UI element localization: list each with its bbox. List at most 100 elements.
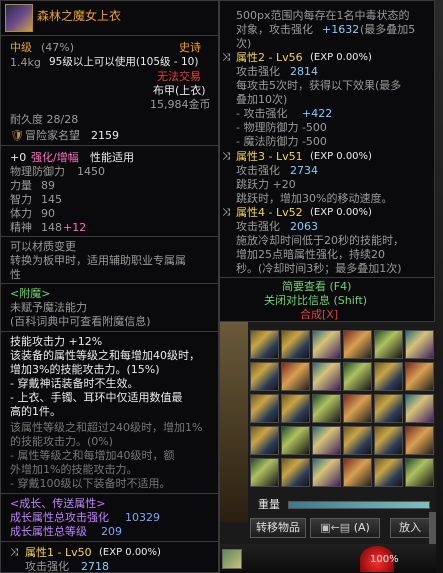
inventory-slot[interactable] bbox=[281, 426, 310, 455]
inventory-panel: 重量 转移物品 ▣←▤ (A) 放入 100% bbox=[219, 322, 436, 573]
adventure-label: 冒险家名望 bbox=[25, 129, 80, 142]
top-atk-value: +1632 bbox=[322, 23, 360, 36]
item-tooltip-left: 森林之魔女上衣 中级 (47%) 史诗 1.4kg 95级以上可以使用(105级… bbox=[0, 0, 219, 573]
growth-attack-value: 10329 bbox=[125, 511, 160, 524]
dim-line: 外增加1%的技能攻击力。 bbox=[10, 463, 138, 476]
enchant-header: <附魔> bbox=[10, 287, 51, 300]
inventory-slot[interactable] bbox=[312, 394, 341, 423]
item-rarity: 史诗 bbox=[179, 41, 201, 54]
item-type: 布甲(上衣) bbox=[153, 84, 206, 97]
inventory-slot[interactable] bbox=[405, 458, 434, 487]
dim-line: 的技能攻击力。(0%) bbox=[10, 435, 114, 448]
shuffle-icon: ⤨ bbox=[222, 52, 230, 63]
attr4-desc: 秒。(冷却时间3秒；最多叠加1次) bbox=[236, 262, 402, 275]
top-max: (最多叠加5 bbox=[360, 23, 416, 36]
inventory-slot[interactable] bbox=[374, 330, 403, 359]
item-preview-icon bbox=[222, 549, 242, 569]
inventory-slot[interactable] bbox=[312, 362, 341, 391]
inventory-slot[interactable] bbox=[312, 458, 341, 487]
shuffle-icon: ⤨ bbox=[222, 207, 230, 218]
growth-level-value: 209 bbox=[101, 525, 122, 538]
stat-value: 145 bbox=[41, 193, 62, 206]
inventory-slot[interactable] bbox=[250, 394, 279, 423]
stat-value: 90 bbox=[41, 207, 55, 220]
transfer-title: 可以材质变更 bbox=[10, 240, 76, 253]
sort-shortcut: (A) bbox=[353, 521, 370, 534]
inventory-slot[interactable] bbox=[405, 330, 434, 359]
bottom-bar: 100% bbox=[220, 544, 436, 573]
inventory-slot[interactable] bbox=[281, 458, 310, 487]
inventory-slot[interactable] bbox=[281, 362, 310, 391]
growth-header: <成长、传送属性> bbox=[10, 497, 106, 510]
growth-level-label: 成长属性总等级 bbox=[10, 525, 87, 538]
shuffle-icon: ⤨ bbox=[10, 547, 18, 558]
attr2-effect: - 魔法防御力 -500 bbox=[236, 135, 327, 148]
inventory-slot[interactable] bbox=[312, 330, 341, 359]
item-level-pct: (47%) bbox=[41, 41, 75, 54]
sort-button[interactable]: ▣←▤ (A) bbox=[310, 518, 380, 538]
inventory-slot[interactable] bbox=[312, 426, 341, 455]
stat-label: 智力 bbox=[10, 193, 32, 206]
inventory-slot[interactable] bbox=[374, 362, 403, 391]
inventory-slot[interactable] bbox=[343, 330, 372, 359]
dim-line: - 属性等级之和每增加40级时，额 bbox=[10, 449, 175, 462]
set-line: 高的1件。 bbox=[10, 405, 61, 418]
orb-percent: 100% bbox=[370, 554, 399, 565]
attr2-effect: - 攻击强化 bbox=[236, 107, 288, 120]
attr3-exp: (EXP 0.00%) bbox=[310, 151, 372, 162]
inventory-slot[interactable] bbox=[343, 426, 372, 455]
skill-line: 该装备的属性等级之和每增加40级时， bbox=[10, 349, 200, 362]
stat-label: 力量 bbox=[10, 179, 32, 192]
close-compare-link[interactable]: 关闭对比信息 (Shift) bbox=[264, 294, 367, 307]
item-durability: 耐久度 28/28 bbox=[10, 113, 79, 126]
attr2-label: 属性2 - Lv56 bbox=[236, 51, 303, 64]
inventory-slot[interactable] bbox=[250, 458, 279, 487]
attr1-label: 属性1 - Lv50 bbox=[25, 546, 92, 559]
inventory-side-strip bbox=[220, 322, 248, 522]
weight-bar bbox=[288, 501, 430, 509]
inventory-slot[interactable] bbox=[343, 458, 372, 487]
stat-label: 体力 bbox=[10, 207, 32, 220]
enchant-none: 未赋予魔法能力 bbox=[10, 301, 87, 314]
inventory-slot[interactable] bbox=[405, 362, 434, 391]
attr1-atk-value: 2718 bbox=[81, 560, 109, 573]
sort-icon: ▣←▤ bbox=[320, 521, 351, 534]
window-edge bbox=[435, 0, 443, 573]
transfer-items-button[interactable]: 转移物品 bbox=[250, 518, 306, 538]
enhance-label: 强化/增幅 bbox=[31, 151, 79, 164]
set-line: - 上衣、手镯、耳环中仅适用数值最 bbox=[10, 391, 183, 404]
brief-view-link[interactable]: 简要查看 (F4) bbox=[282, 280, 351, 293]
transfer-desc: 性 bbox=[10, 268, 21, 281]
attr2-atk-value: 2814 bbox=[290, 65, 318, 78]
item-icon bbox=[5, 4, 33, 32]
inventory-slot[interactable] bbox=[343, 362, 372, 391]
inventory-slot[interactable] bbox=[250, 426, 279, 455]
enchant-hint: (百科词典中可查看附魔信息) bbox=[10, 315, 151, 328]
transfer-desc: 转换为板甲时，适用辅助职业专属属 bbox=[10, 254, 186, 267]
dim-line: 该属性等级之和超过240级时，增加1% bbox=[10, 421, 203, 434]
put-in-button[interactable]: 放入 bbox=[390, 518, 430, 538]
attr2-effect-value: +422 bbox=[302, 107, 333, 120]
item-tooltip-right: 500px范围内每存在1名中毒状态的 对象，攻击强化 +1632 (最多叠加5 … bbox=[219, 0, 435, 322]
skill-line: - 穿戴神话装备时不生效。 bbox=[10, 377, 139, 390]
inventory-slot[interactable] bbox=[250, 362, 279, 391]
inventory-slot[interactable] bbox=[374, 458, 403, 487]
inventory-slot[interactable] bbox=[343, 394, 372, 423]
inventory-slot[interactable] bbox=[281, 394, 310, 423]
attr3-desc: 跳跃力 +20 bbox=[236, 178, 296, 191]
adventure-icon: 🛡 bbox=[10, 129, 24, 142]
inventory-slot[interactable] bbox=[374, 426, 403, 455]
inventory-slot[interactable] bbox=[405, 394, 434, 423]
inventory-slot[interactable] bbox=[374, 394, 403, 423]
inventory-slot[interactable] bbox=[250, 330, 279, 359]
skill-line: 增加3%的技能攻击力。(15%) bbox=[10, 363, 160, 376]
attr2-atk-label: 攻击强化 bbox=[236, 65, 280, 78]
stat-value: 89 bbox=[41, 179, 55, 192]
weight-label: 重量 bbox=[258, 498, 280, 511]
inventory-slot[interactable] bbox=[405, 426, 434, 455]
inventory-slot[interactable] bbox=[281, 330, 310, 359]
weight-bar-fill bbox=[289, 502, 429, 508]
attr3-atk-value: 2734 bbox=[290, 164, 318, 177]
item-price: 15,984金币 bbox=[150, 98, 211, 111]
synthesis-link[interactable]: 合成[X] bbox=[300, 308, 338, 321]
